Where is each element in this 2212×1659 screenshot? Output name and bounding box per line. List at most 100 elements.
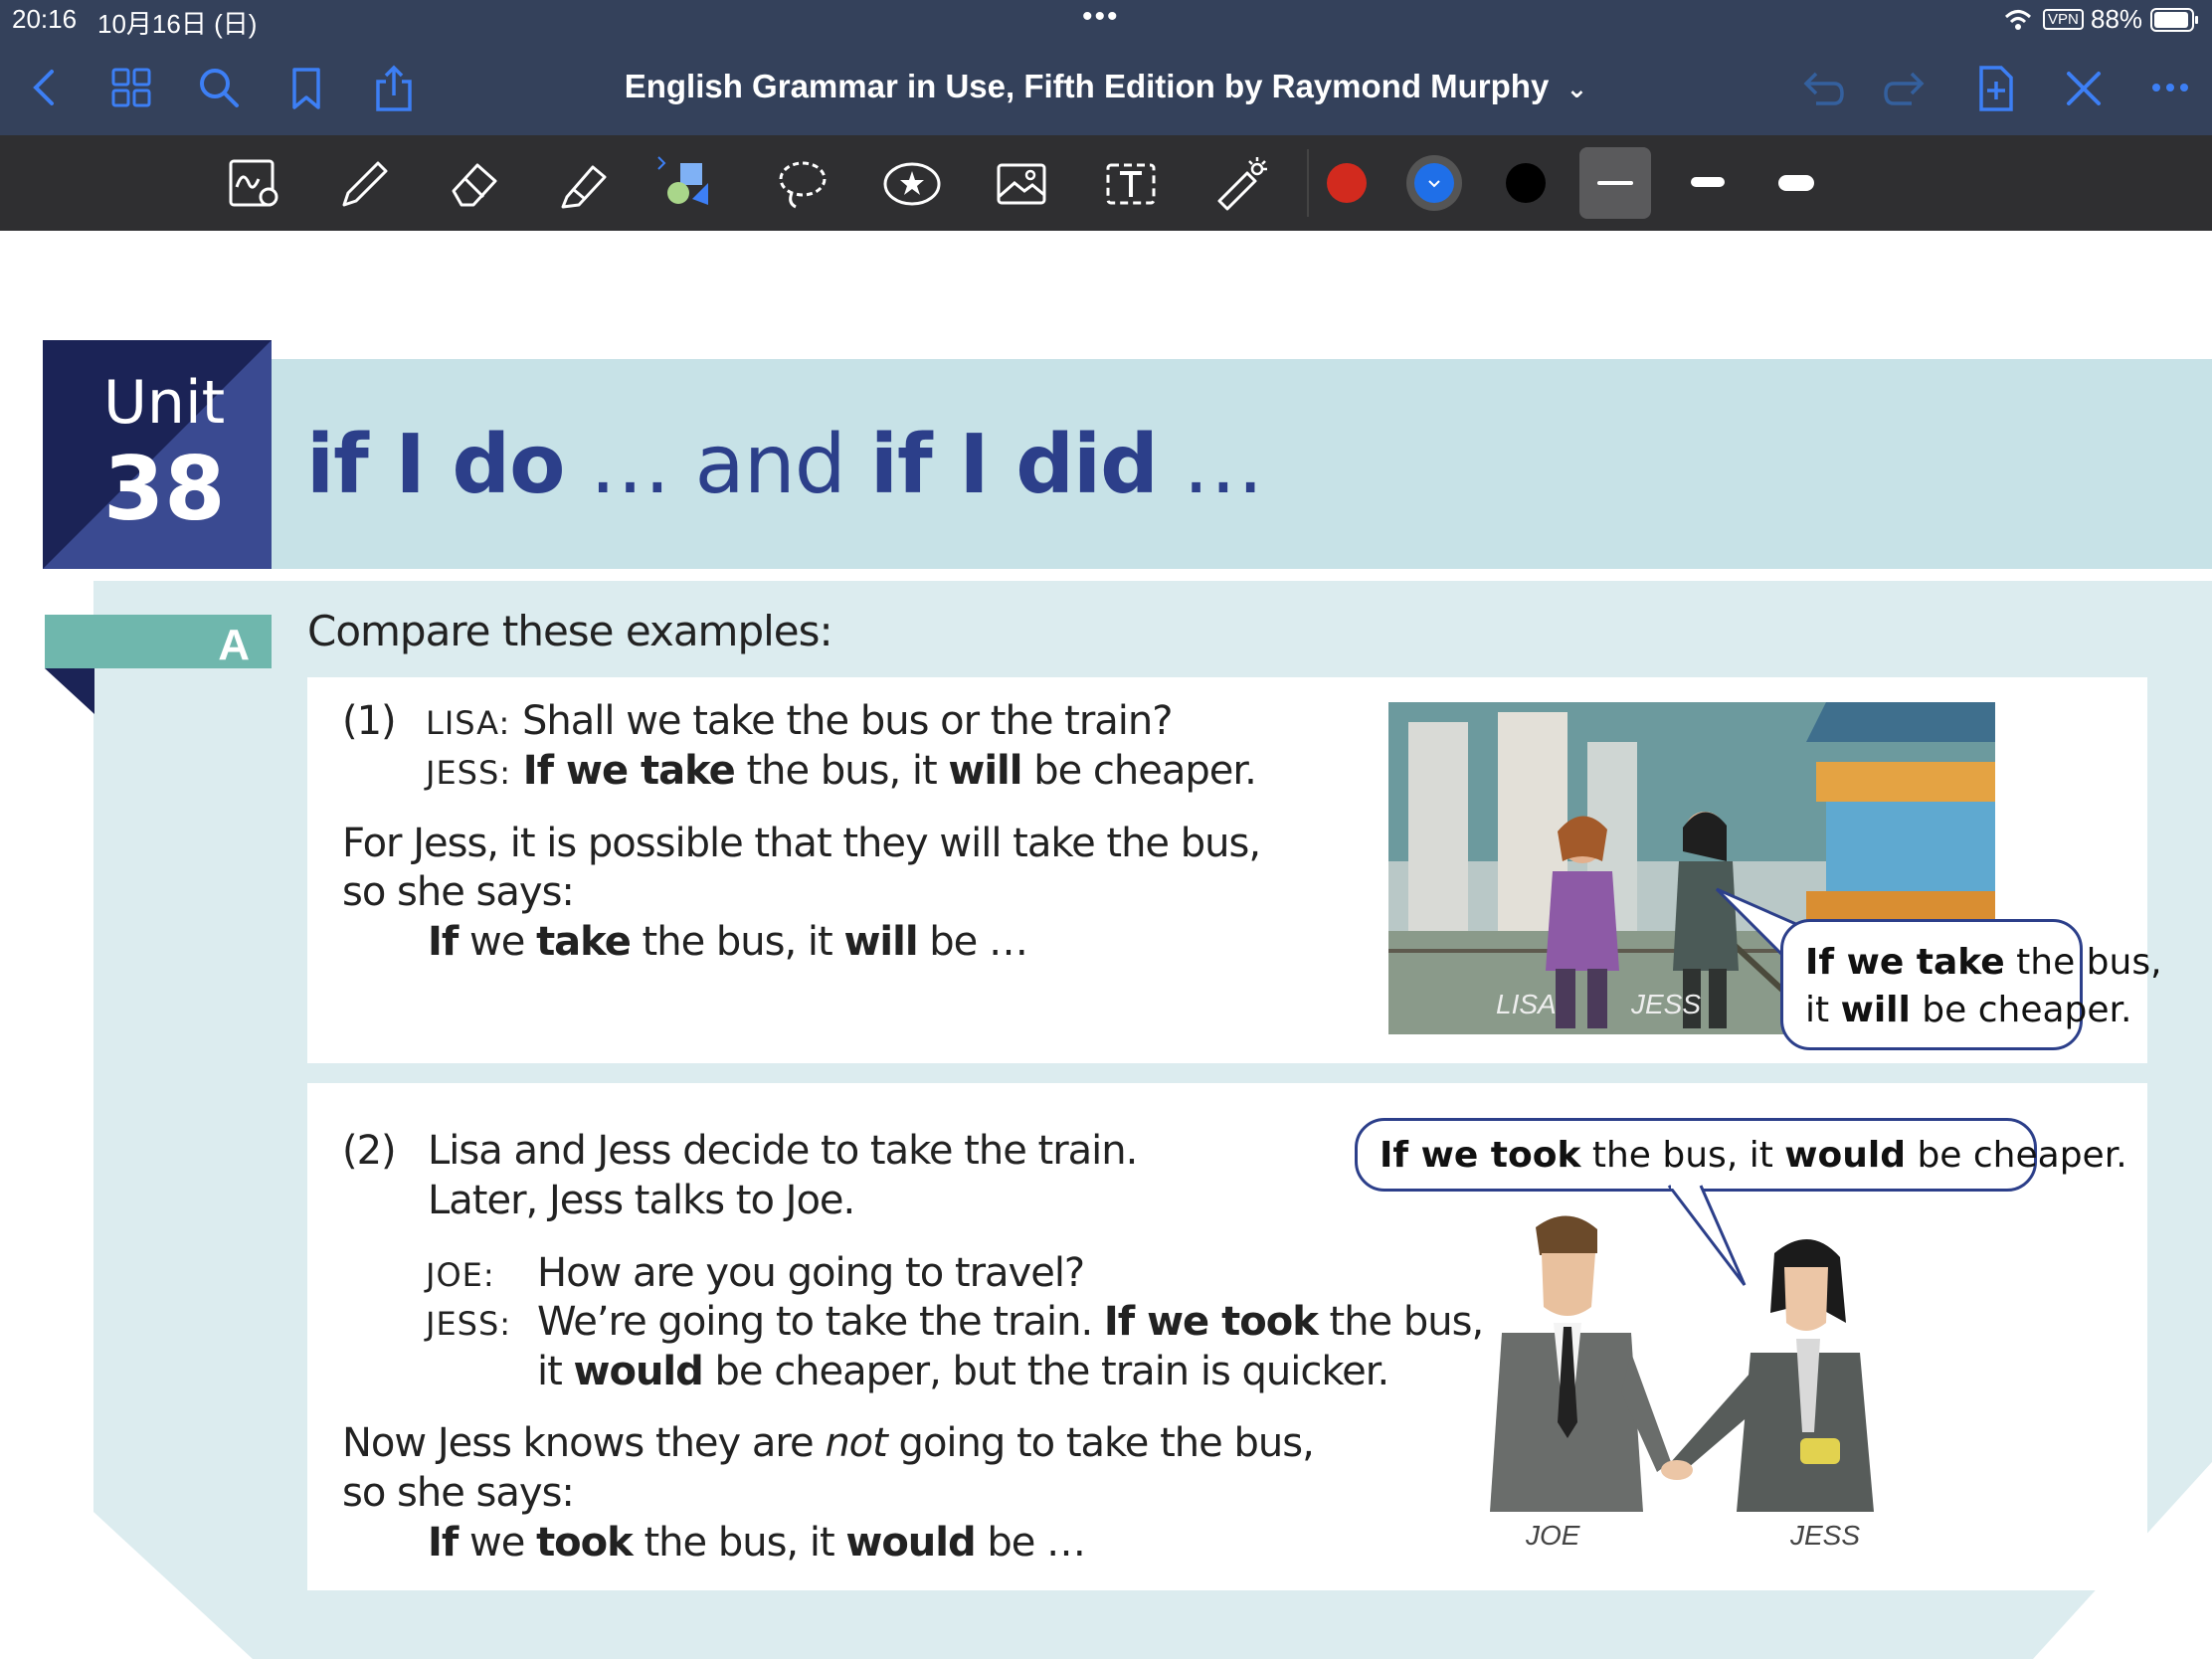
text-tool-icon[interactable] [1100, 153, 1162, 215]
example-2-line-2: Later, Jess talks to Joe. [428, 1178, 855, 1223]
speaker-jess-2: JESS: [426, 1305, 512, 1343]
bubble-2-if-we-took: If we took [1380, 1135, 1581, 1176]
unit-heading: if I do … and if I did … [306, 418, 1264, 512]
pattern-if: If [428, 919, 459, 965]
pen-tool-icon[interactable] [334, 153, 396, 215]
example-1-explanation-1: For Jess, it is possible that they will … [342, 821, 1261, 866]
jess-2-part-a: We’re going to take the train. [537, 1299, 1104, 1345]
stroke-thick[interactable] [1778, 175, 1814, 191]
jess-2-would: would [573, 1349, 704, 1394]
section-intro: Compare these examples: [307, 607, 833, 655]
caption-jess-1: JESS [1631, 989, 1702, 1019]
highlighter-tool-icon[interactable] [553, 153, 615, 215]
color-swatch-black[interactable] [1506, 163, 1546, 203]
bubble-1-end: be cheaper. [1910, 990, 2132, 1030]
expl-2-a: Now Jess knows they are [342, 1420, 826, 1466]
expl-2-b: going to take the bus, [886, 1420, 1315, 1466]
pattern-2-end: be … [975, 1520, 1086, 1566]
section-letter: A [218, 621, 250, 669]
redo-icon[interactable] [1882, 62, 1934, 113]
jess-2-part-d: be cheaper, but the train is quicker. [702, 1349, 1389, 1394]
expl-2-not: not [825, 1420, 888, 1466]
caption-joe: JOE [1526, 1520, 1580, 1551]
speech-bubble-2: If we took the bus, it would be cheaper. [1355, 1118, 2127, 1192]
unit-label: Unit [103, 368, 226, 438]
joe-and-jess-illustration [1490, 1215, 1874, 1512]
jess-2-if-we-took: If we took [1103, 1299, 1319, 1345]
color-swatch-blue-selected[interactable] [1406, 155, 1462, 211]
jess-if-we-take: If we take [522, 748, 736, 794]
example-1-lisa-line: LISA: Shall we take the bus or the train… [426, 698, 1173, 744]
toolbar-divider [1307, 149, 1309, 217]
bubble-2-mid: the bus, it [1580, 1135, 1785, 1176]
section-corner-cut [93, 1512, 253, 1659]
pattern-will: will [843, 919, 918, 965]
multitask-dots[interactable]: ••• [1082, 0, 1120, 34]
bubble-1-the-bus: the bus, [2004, 942, 2162, 983]
example-2-line-1: Lisa and Jess decide to take the train. [428, 1128, 1138, 1174]
example-2-jess-speaker: JESS: [426, 1299, 511, 1345]
bubble-1-if-we-take: If we take [1805, 942, 2005, 983]
jess-mid: the bus, it [734, 748, 949, 794]
battery-icon [2150, 8, 2198, 32]
status-bar: 20:16 10月16日 (日) ••• VPN 88% [0, 0, 2212, 40]
speaker-jess: JESS: [426, 754, 512, 792]
navigation-bar: English Grammar in Use, Fifth Edition by… [0, 40, 2212, 135]
example-2-number: (2) [342, 1128, 397, 1174]
pattern-2-we: we [458, 1520, 537, 1566]
speech-bubble-1: If we take the bus, it will be cheaper. [1780, 919, 2162, 1050]
bubble-1-line-1: If we take the bus, [1805, 942, 2162, 983]
shape-tool-icon[interactable] [656, 153, 718, 215]
jess-end: be cheaper. [1021, 748, 1257, 794]
undo-icon[interactable] [1794, 62, 1846, 113]
bubble-2-end: be cheaper. [1906, 1135, 2127, 1176]
lasso-tool-icon[interactable] [772, 153, 833, 215]
zoom-window-icon[interactable] [225, 153, 286, 215]
color-swatch-red[interactable] [1327, 163, 1367, 203]
pattern-2-if: If [428, 1520, 459, 1566]
pattern-2-mid: the bus, it [632, 1520, 846, 1566]
bubble-1-it: it [1805, 990, 1841, 1030]
stroke-medium[interactable] [1691, 177, 1725, 187]
heading-ellipsis: … [1157, 418, 1264, 512]
more-icon[interactable] [2144, 62, 2196, 113]
pattern-2-would: would [845, 1520, 976, 1566]
document-title-text: English Grammar in Use, Fifth Edition by… [624, 68, 1550, 104]
example-2-explanation-2: so she says: [342, 1470, 575, 1516]
heading-if-i-did: if I did [869, 418, 1159, 512]
drawing-toolbar [0, 135, 2212, 231]
unit-number: 38 [103, 438, 226, 540]
chevron-down-icon [1428, 180, 1440, 188]
eraser-tool-icon[interactable] [444, 153, 505, 215]
example-2-jess-line-2: it would be cheaper, but the train is qu… [537, 1349, 1389, 1394]
tab-fold [45, 668, 94, 714]
bubble-1-line-2: it will be cheaper. [1805, 990, 2132, 1030]
example-1-pattern: If we take the bus, it will be … [428, 919, 1028, 965]
example-2-explanation-1: Now Jess knows they are not going to tak… [342, 1420, 1315, 1466]
bubble-2-text: If we took the bus, it would be cheaper. [1380, 1135, 2127, 1176]
vpn-badge: VPN [2043, 9, 2084, 30]
example-1-explanation-2: so she says: [342, 869, 575, 915]
add-page-icon[interactable] [1969, 62, 2021, 113]
laser-pointer-icon[interactable] [1209, 153, 1271, 215]
caption-jess-2: JESS [1790, 1520, 1861, 1551]
battery-percent: 88% [2091, 4, 2143, 34]
section-a-tab: A [45, 615, 272, 669]
heading-if-i-do: if I do [306, 418, 565, 512]
elements-sticker-icon[interactable] [881, 153, 943, 215]
pattern-end: be … [917, 919, 1028, 965]
pattern-mid: the bus, it [630, 919, 844, 965]
example-2-pattern: If we took the bus, it would be … [428, 1520, 1086, 1566]
document-title[interactable]: English Grammar in Use, Fifth Edition by… [0, 68, 2212, 105]
status-date: 10月16日 (日) [97, 9, 258, 39]
lisa-utterance: Shall we take the bus or the train? [522, 698, 1173, 744]
heading-and: … and [564, 418, 870, 512]
close-editing-icon[interactable] [2057, 62, 2109, 113]
speaker-joe: JOE: [426, 1256, 495, 1294]
image-tool-icon[interactable] [991, 153, 1052, 215]
pattern-2-took: took [536, 1520, 634, 1566]
example-2-joe-line: JOE: [426, 1250, 495, 1296]
status-time: 20:16 [12, 4, 78, 34]
stroke-thin-selected[interactable] [1579, 147, 1651, 219]
jess-will: will [948, 748, 1022, 794]
